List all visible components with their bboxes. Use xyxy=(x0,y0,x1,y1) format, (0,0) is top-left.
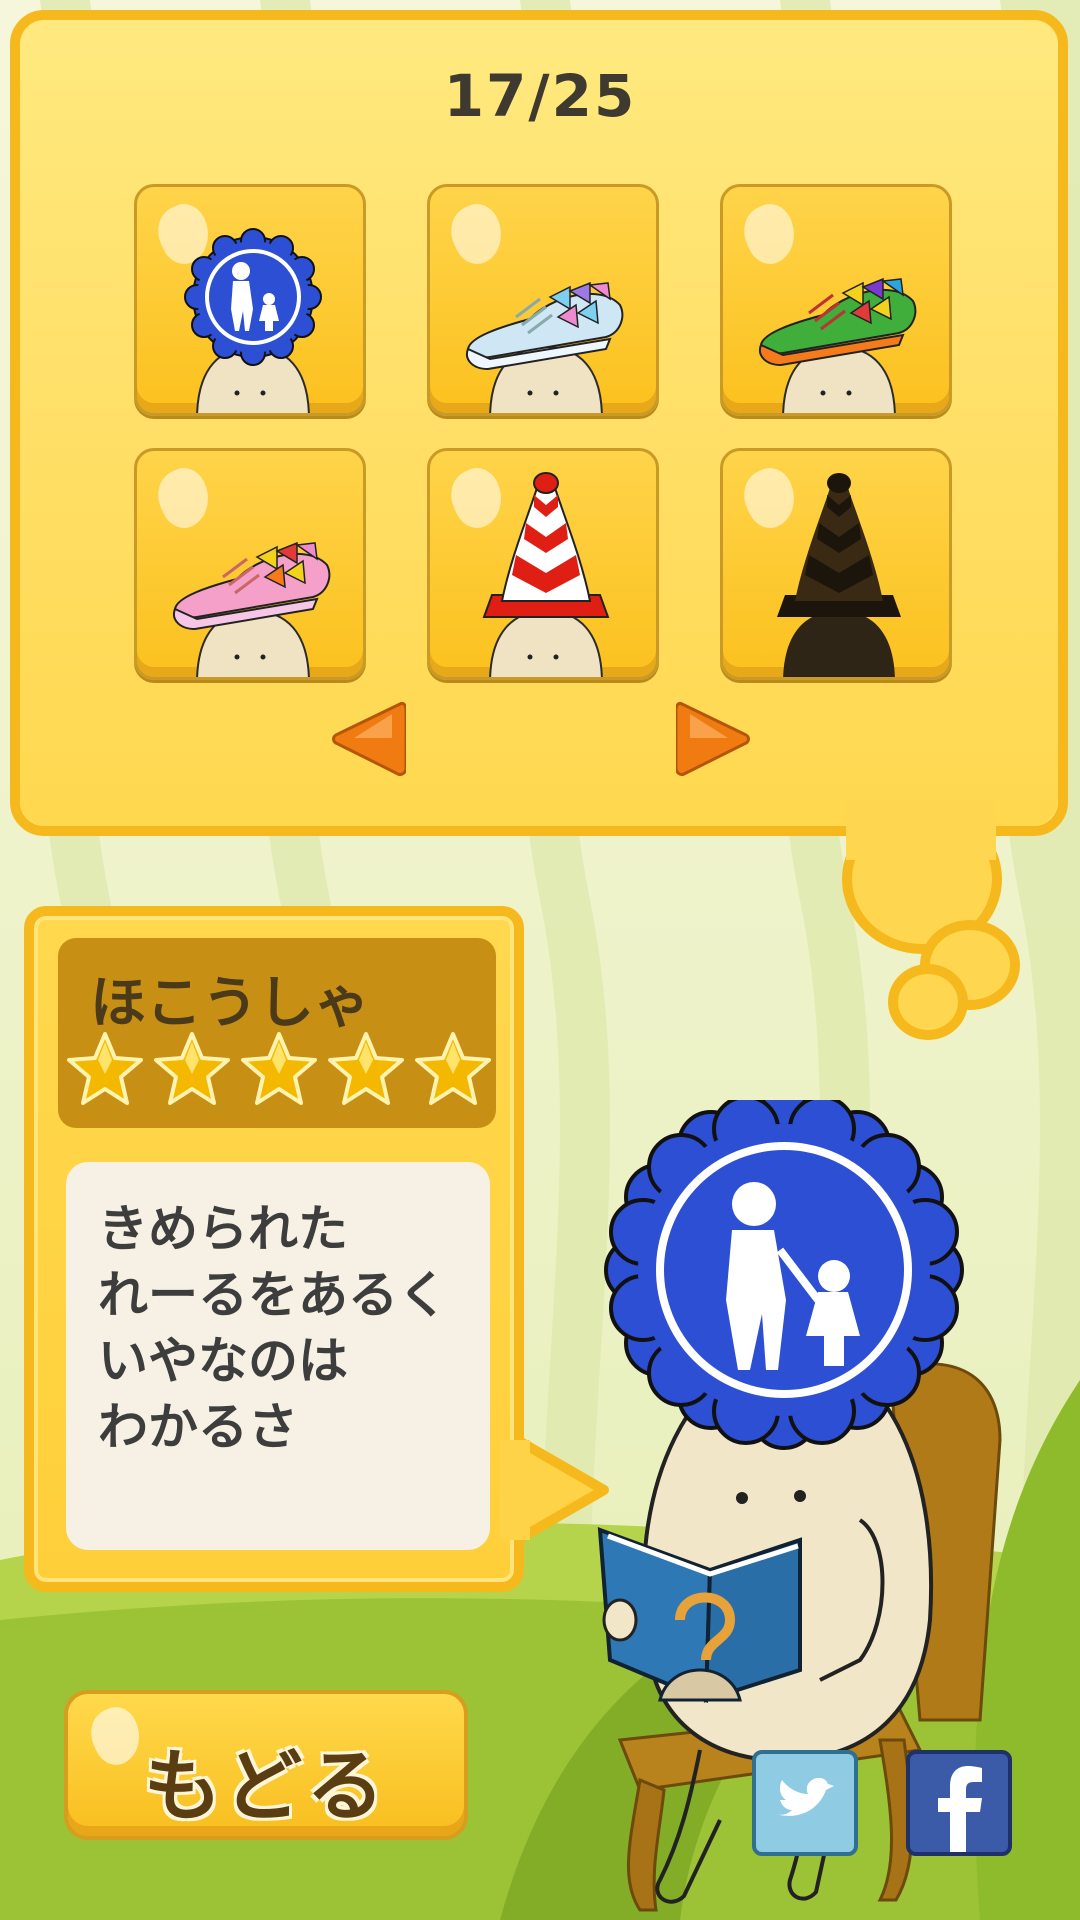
hat-tile-locked[interactable] xyxy=(720,448,952,680)
locked-silhouette-cone-icon xyxy=(777,473,901,677)
traffic-cone-hat-icon xyxy=(482,472,610,677)
twitter-button[interactable] xyxy=(752,1750,858,1856)
rating-star-icon xyxy=(241,1032,317,1105)
hat-tile-pink-sneaker[interactable] xyxy=(134,448,366,680)
description-line: きめられた xyxy=(98,1200,348,1258)
description-line: いやなのは xyxy=(98,1332,348,1390)
hat-tile-orange-sneaker[interactable] xyxy=(720,184,952,416)
facebook-icon xyxy=(938,1766,982,1852)
facebook-button[interactable] xyxy=(906,1750,1012,1856)
item-description: きめられた れーるをあるく いやなのは わかるさ xyxy=(98,1196,448,1460)
thought-bubble-tail-small xyxy=(888,964,968,1040)
rating-star-icon xyxy=(328,1032,404,1105)
bubble-joint xyxy=(846,800,996,860)
orange-sneaker-hat-icon xyxy=(759,277,917,413)
pink-sneaker-hat-icon xyxy=(173,541,331,677)
white-sneaker-hat-icon xyxy=(466,281,624,413)
rating-star-icon xyxy=(67,1032,143,1105)
panel-inner xyxy=(20,20,1058,826)
arrow-left-icon[interactable] xyxy=(330,698,406,780)
arrow-right-icon[interactable] xyxy=(676,698,752,780)
pointer-joint xyxy=(500,1440,530,1540)
rating-star-icon xyxy=(154,1032,230,1105)
collection-counter: 17/25 xyxy=(443,62,637,130)
hat-tile-pedestrian-sign[interactable] xyxy=(134,184,366,416)
description-line: わかるさ xyxy=(98,1398,298,1456)
hat-tile-white-sneaker[interactable] xyxy=(427,184,659,416)
rating-star-icon xyxy=(415,1032,491,1105)
pedestrian-sign-hat-icon xyxy=(184,228,322,413)
item-name: ほこうしゃ xyxy=(90,971,370,1036)
twitter-icon xyxy=(776,1777,834,1816)
back-button-label: もどる xyxy=(143,1742,389,1832)
description-line: れーるをあるく xyxy=(98,1266,448,1324)
hat-tile-traffic-cone[interactable] xyxy=(427,448,659,680)
back-button[interactable]: もどる xyxy=(64,1690,468,1840)
